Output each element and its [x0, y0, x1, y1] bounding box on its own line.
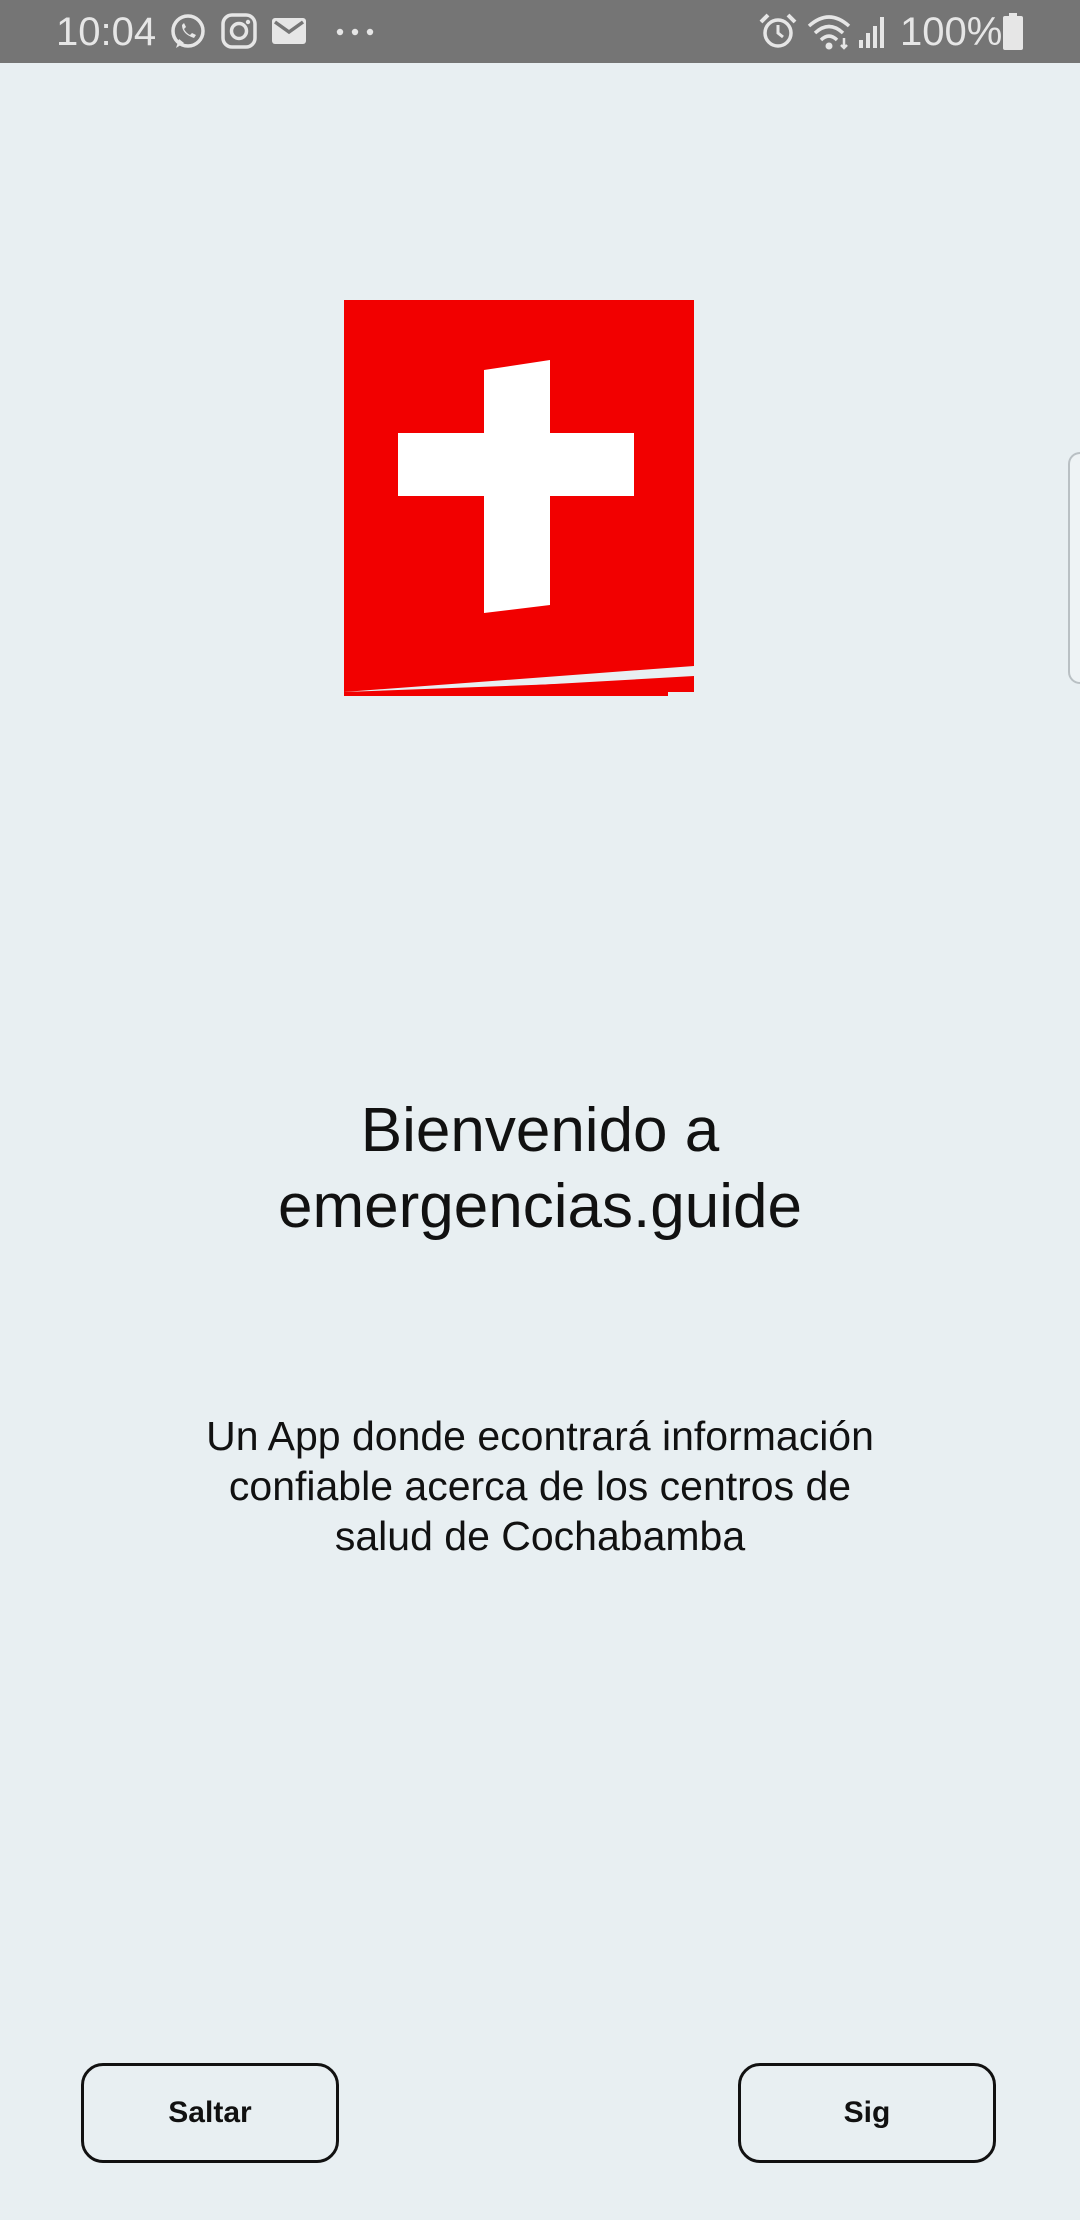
- welcome-description: Un App donde econtrará información confi…: [206, 1413, 874, 1559]
- welcome-title-line1: Bienvenido a: [360, 1096, 720, 1165]
- next-button[interactable]: Sig: [738, 2063, 996, 2163]
- first-aid-cross-logo: [344, 300, 694, 696]
- battery-icon: [1003, 13, 1023, 50]
- more-dots-icon: [336, 28, 374, 36]
- edge-panel-handle[interactable]: [1068, 452, 1080, 684]
- signal-icon: [859, 17, 884, 48]
- status-bar: 10:04 100%: [0, 0, 1080, 63]
- instagram-icon: [221, 13, 257, 49]
- wifi-icon: [807, 15, 851, 50]
- status-time: 10:04: [56, 10, 157, 54]
- onboarding-screen: 10:04 100% Bienvenido a emergencias.guid…: [0, 0, 1080, 2220]
- welcome-title: Bienvenido a emergencias.guide: [140, 1093, 940, 1245]
- whatsapp-icon: [171, 14, 205, 48]
- gmail-icon: [272, 18, 306, 44]
- skip-button[interactable]: Saltar: [81, 2063, 339, 2163]
- alarm-icon: [759, 13, 797, 48]
- battery-percent: 100%: [900, 10, 1003, 54]
- welcome-title-line2: emergencias.guide: [278, 1172, 802, 1241]
